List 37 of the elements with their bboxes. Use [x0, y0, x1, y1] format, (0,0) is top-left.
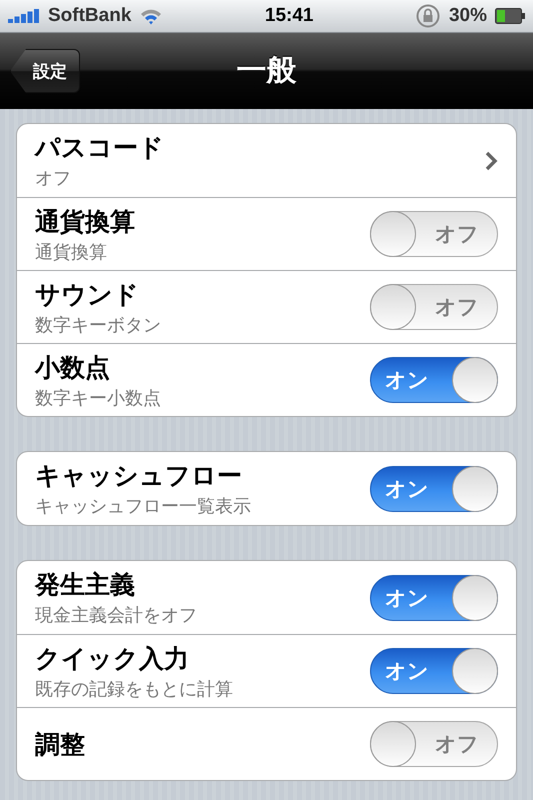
row-title: パスコード [35, 132, 165, 164]
page-title: 一般 [236, 52, 296, 90]
row-title: 小数点 [35, 352, 111, 384]
row-subtitle: 数字キー小数点 [35, 386, 162, 410]
toggle-switch[interactable]: オン [370, 574, 498, 620]
clock-time: 15:41 [264, 5, 314, 27]
row-subtitle: 数字キーボタン [35, 314, 162, 336]
row-title: サウンド [35, 278, 140, 310]
back-button[interactable]: 設定 [10, 49, 80, 93]
settings-row[interactable]: 発生主義 現金主義会計をオフ オン [17, 561, 516, 634]
settings-row[interactable]: 調整 オフ [17, 707, 516, 780]
settings-row[interactable]: サウンド 数字キーボタン オフ [17, 270, 516, 343]
toggle-switch[interactable]: オン [370, 648, 498, 694]
toggle-switch[interactable]: オン [370, 357, 498, 403]
row-title: 発生主義 [35, 569, 136, 601]
row-title: 通貨換算 [35, 206, 136, 238]
toggle-switch[interactable]: オン [370, 466, 498, 512]
carrier-name: SoftBank [48, 5, 132, 27]
row-subtitle: 通貨換算 [35, 240, 108, 264]
signal-icon [8, 9, 40, 23]
chevron-icon [484, 150, 498, 170]
row-subtitle: キャッシュフロー一覧表示 [35, 495, 252, 518]
settings-row[interactable]: クイック入力 既存の記録をもとに計算 オン [17, 634, 516, 707]
settings-row[interactable]: 通貨換算 通貨換算 オフ [17, 197, 516, 270]
settings-row[interactable]: 小数点 数字キー小数点 オン [17, 343, 516, 416]
row-title: 調整 [35, 728, 86, 760]
row-subtitle: 現金主義会計をオフ [35, 604, 198, 627]
settings-row[interactable]: パスコード オフ [17, 124, 516, 197]
rotation-lock-icon [414, 3, 441, 29]
battery-icon [495, 8, 525, 24]
wifi-icon [139, 7, 164, 25]
row-subtitle: 既存の記録をもとに計算 [35, 678, 234, 700]
settings-row[interactable]: キャッシュフロー キャッシュフロー一覧表示 オン [17, 452, 516, 525]
row-subtitle: オフ [35, 167, 72, 190]
battery-percent: 30% [448, 5, 487, 27]
row-title: クイック入力 [35, 642, 190, 674]
row-title: キャッシュフロー [35, 460, 243, 492]
